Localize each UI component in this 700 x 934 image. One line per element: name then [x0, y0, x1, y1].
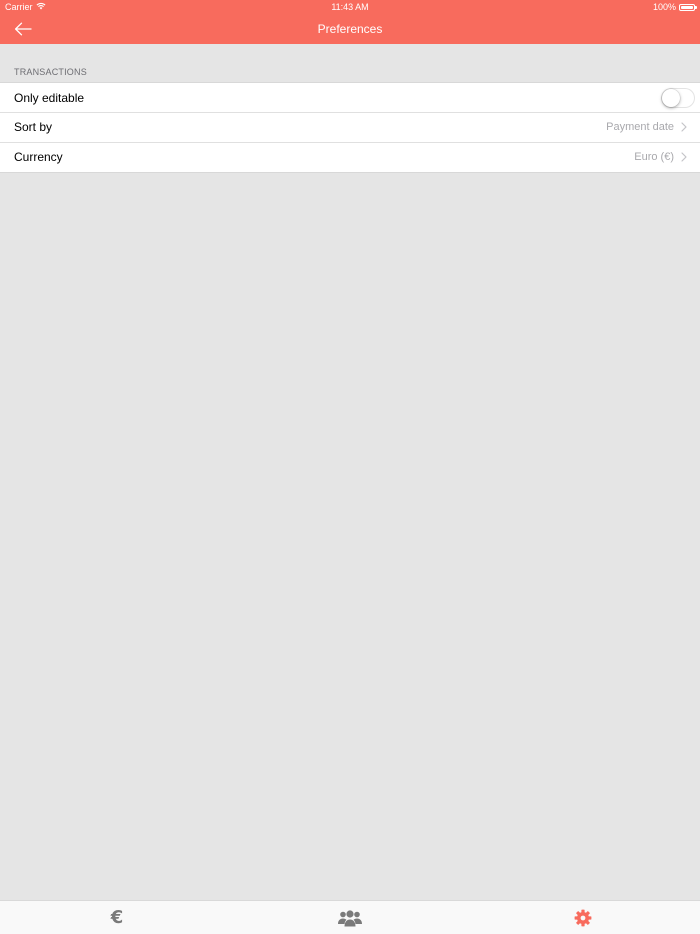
sort-by-row[interactable]: Sort by Payment date: [0, 112, 700, 142]
section-header-transactions: TRANSACTIONS: [14, 67, 87, 77]
chevron-right-icon: [681, 122, 687, 132]
status-right: 100%: [652, 0, 697, 14]
tab-settings[interactable]: [553, 901, 613, 934]
euro-icon: €: [110, 906, 124, 928]
battery-percent: 100%: [652, 2, 676, 12]
only-editable-label: Only editable: [14, 90, 85, 105]
preferences-screen: Carrier 11:43 AM 100% Preferences TRANSA…: [0, 0, 700, 934]
only-editable-row: Only editable: [0, 83, 700, 112]
tab-members[interactable]: [320, 901, 380, 934]
sort-by-label: Sort by: [14, 120, 53, 134]
page-title: Preferences: [317, 22, 383, 36]
toggle-knob: [662, 88, 680, 107]
battery-fill: [681, 5, 693, 9]
gear-icon: [574, 909, 592, 926]
currency-value: Euro (€): [634, 151, 674, 163]
currency-label: Currency: [14, 150, 63, 164]
tab-bar: €: [0, 900, 700, 934]
tab-transactions[interactable]: €: [87, 901, 147, 934]
people-icon: [338, 909, 362, 926]
transactions-list: Only editable Sort by Payment date Curre…: [0, 82, 700, 173]
top-bar: Carrier 11:43 AM 100% Preferences: [0, 0, 700, 44]
sort-by-value: Payment date: [606, 121, 674, 133]
chevron-right-icon: [681, 152, 687, 162]
status-bar: Carrier 11:43 AM 100%: [0, 0, 700, 14]
nav-bar: Preferences: [0, 14, 700, 44]
currency-row[interactable]: Currency Euro (€): [0, 142, 700, 172]
status-time: 11:43 AM: [331, 2, 369, 12]
battery-icon: [679, 3, 697, 11]
only-editable-toggle[interactable]: [661, 87, 695, 108]
